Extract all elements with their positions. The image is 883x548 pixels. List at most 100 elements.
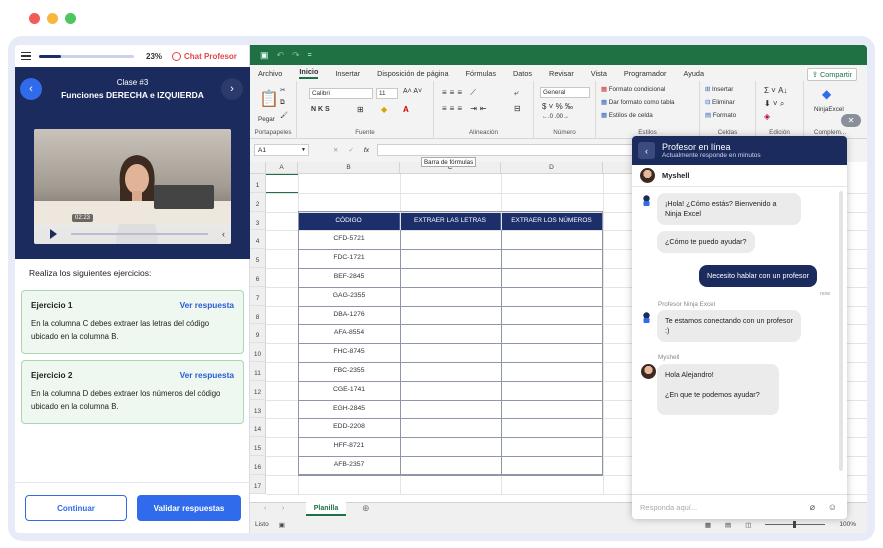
- select-all-corner[interactable]: [250, 162, 266, 174]
- table-row-code[interactable]: GAG-2355: [298, 292, 400, 299]
- row-header[interactable]: 7: [250, 286, 266, 306]
- continue-button[interactable]: Continuar: [25, 495, 127, 521]
- conditional-format-button[interactable]: ▦ Formato condicional: [601, 86, 665, 93]
- row-header[interactable]: 4: [250, 230, 266, 250]
- window-close-dot[interactable]: [29, 13, 40, 24]
- align-top-icons[interactable]: ≡≡≡ ⟋: [442, 88, 479, 98]
- tab-archivo[interactable]: Archivo: [258, 69, 282, 78]
- formula-cancel-icon[interactable]: ✕: [333, 146, 338, 154]
- accessibility-icon[interactable]: ▣: [279, 521, 285, 529]
- exercise-2-show-answer[interactable]: Ver respuesta: [180, 369, 234, 382]
- exercise-1-show-answer[interactable]: Ver respuesta: [180, 299, 234, 312]
- redo-icon[interactable]: ↷: [292, 50, 300, 61]
- lesson-video[interactable]: 02:23 ‹: [34, 129, 231, 244]
- insert-cells-button[interactable]: ⊞ Insertar: [705, 86, 733, 93]
- font-grow-icon[interactable]: A˄ A˅: [403, 88, 422, 95]
- row-header[interactable]: 14: [250, 418, 266, 438]
- undo-icon[interactable]: ↶: [277, 50, 285, 61]
- video-seekbar[interactable]: [71, 233, 208, 235]
- font-size-select[interactable]: 11: [376, 88, 398, 99]
- window-maximize-dot[interactable]: [65, 13, 76, 24]
- customize-qat-icon[interactable]: =: [308, 52, 312, 59]
- chat-scrollbar[interactable]: [839, 191, 843, 471]
- page-layout-view-icon[interactable]: ▤: [725, 521, 731, 529]
- col-header-b[interactable]: B: [298, 162, 400, 174]
- wrap-text-icon[interactable]: ⤶: [514, 88, 518, 98]
- row-header[interactable]: 1: [250, 174, 266, 193]
- table-row-code[interactable]: HFF-8721: [298, 442, 400, 449]
- table-row-code[interactable]: BEF-2845: [298, 273, 400, 280]
- table-row-code[interactable]: CFD-5721: [298, 235, 400, 242]
- format-painter-icon[interactable]: 🖌: [280, 111, 288, 119]
- tab-vista[interactable]: Vista: [591, 69, 607, 78]
- copy-icon[interactable]: ⧉: [280, 99, 285, 107]
- col-header-a[interactable]: A: [266, 162, 298, 174]
- table-row-code[interactable]: EGH-2845: [298, 405, 400, 412]
- font-name-select[interactable]: Calibri: [309, 88, 373, 99]
- fill-icon[interactable]: ⬇ ˅ ⌕: [764, 99, 784, 109]
- table-row-code[interactable]: EDD-2208: [298, 423, 400, 430]
- window-minimize-dot[interactable]: [47, 13, 58, 24]
- video-collapse-icon[interactable]: ‹: [222, 229, 225, 239]
- normal-view-icon[interactable]: ▦: [705, 521, 711, 529]
- merge-cells-icon[interactable]: ⊟: [514, 104, 521, 113]
- row-header[interactable]: 9: [250, 324, 266, 344]
- chat-input[interactable]: Responda aquí... ⌀ ☺: [632, 494, 847, 519]
- col-header-d[interactable]: D: [501, 162, 603, 174]
- attach-icon[interactable]: ⌀: [810, 502, 815, 513]
- row-header[interactable]: 3: [250, 211, 266, 231]
- prev-class-button[interactable]: ‹: [20, 78, 42, 100]
- row-header[interactable]: 16: [250, 456, 266, 475]
- tab-inicio[interactable]: Inicio: [299, 67, 319, 79]
- page-break-view-icon[interactable]: ◫: [745, 521, 751, 529]
- font-color-icon[interactable]: A: [403, 105, 409, 114]
- format-table-button[interactable]: ▦ Dar formato como tabla: [601, 99, 675, 106]
- paste-label[interactable]: Pegar: [258, 116, 275, 123]
- tab-programador[interactable]: Programador: [624, 69, 667, 78]
- save-icon[interactable]: ▣: [260, 50, 269, 61]
- formula-enter-icon[interactable]: ✓: [348, 146, 353, 154]
- collapse-ribbon-button[interactable]: ✕: [841, 114, 861, 127]
- tab-formulas[interactable]: Fórmulas: [466, 69, 496, 78]
- paste-icon[interactable]: 📋: [259, 89, 279, 109]
- autosum-icon[interactable]: Σ ˅ A↓: [764, 86, 787, 95]
- row-header[interactable]: 6: [250, 268, 266, 287]
- row-header[interactable]: 5: [250, 249, 266, 268]
- sheet-tab-planilla[interactable]: Planilla: [306, 502, 346, 516]
- zoom-slider[interactable]: [765, 521, 826, 528]
- emoji-icon[interactable]: ☺: [828, 502, 837, 512]
- row-header[interactable]: 12: [250, 380, 266, 400]
- tab-revisar[interactable]: Revisar: [549, 69, 574, 78]
- insert-function-icon[interactable]: fx: [364, 147, 369, 154]
- cell-styles-button[interactable]: ▦ Estilos de celda: [601, 112, 653, 119]
- fill-color-icon[interactable]: ◆: [381, 105, 387, 114]
- sheet-scroll-left-icon[interactable]: ‹: [264, 505, 266, 512]
- cut-icon[interactable]: ✂: [280, 87, 285, 94]
- menu-icon[interactable]: [21, 52, 31, 60]
- delete-cells-button[interactable]: ⊟ Eliminar: [705, 99, 735, 106]
- chat-back-button[interactable]: ‹: [638, 142, 655, 159]
- next-class-button[interactable]: ›: [221, 78, 243, 100]
- table-row-code[interactable]: AFB-2357: [298, 461, 400, 468]
- tab-disposicion[interactable]: Disposición de página: [377, 69, 448, 78]
- row-header[interactable]: 2: [250, 192, 266, 212]
- selected-cell-a1[interactable]: [265, 174, 299, 193]
- tab-ayuda[interactable]: Ayuda: [683, 69, 704, 78]
- validate-answers-button[interactable]: Validar respuestas: [137, 495, 241, 521]
- name-box[interactable]: A1 ▼: [254, 144, 309, 156]
- decimal-icons[interactable]: ←.0 .00→: [542, 114, 569, 120]
- row-header[interactable]: 11: [250, 362, 266, 381]
- borders-icon[interactable]: ⊞: [357, 105, 364, 114]
- number-format-select[interactable]: General: [540, 87, 590, 98]
- table-row-code[interactable]: DBA-1276: [298, 311, 400, 318]
- clear-icon[interactable]: ◈: [764, 112, 770, 121]
- tab-datos[interactable]: Datos: [513, 69, 532, 78]
- row-header[interactable]: 8: [250, 305, 266, 325]
- table-row-code[interactable]: FDC-1721: [298, 254, 400, 261]
- row-header[interactable]: 10: [250, 343, 266, 362]
- ninjaexcel-label[interactable]: NinjaExcel: [814, 106, 844, 113]
- align-horizontal-icons[interactable]: ≡≡≡ ⇥⇤: [442, 104, 490, 113]
- table-row-code[interactable]: CGE-1741: [298, 386, 400, 393]
- row-header[interactable]: 13: [250, 399, 266, 419]
- sheet-scroll-right-icon[interactable]: ›: [282, 505, 284, 512]
